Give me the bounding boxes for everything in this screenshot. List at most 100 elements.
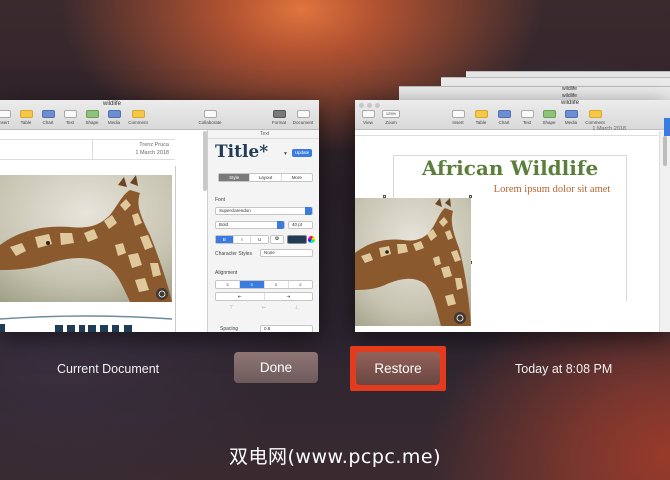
tab-style[interactable]: Style (219, 174, 251, 181)
align-right-button[interactable]: ≡ (265, 281, 289, 288)
chart-button[interactable]: Chart (38, 110, 58, 125)
restore-button[interactable]: Restore (356, 352, 440, 385)
doc-date: 1 March 2018 (135, 150, 169, 156)
media-icon (564, 110, 578, 118)
sidebar-header-rule (208, 138, 319, 139)
character-styles-label: Character Styles (215, 251, 252, 257)
giraffe-photo[interactable] (355, 198, 471, 326)
text-icon (520, 110, 534, 118)
view-icon (361, 110, 375, 118)
select-arrow-icon (305, 207, 312, 215)
align-bottom-icon[interactable]: ⊥ (294, 305, 298, 313)
align-top-icon[interactable]: ⊤ (229, 305, 233, 313)
done-button[interactable]: Done (234, 352, 318, 383)
increase-indent-button[interactable]: ⇥ (265, 293, 313, 300)
chart-icon (41, 110, 55, 118)
bold-button[interactable]: B (216, 236, 234, 243)
text-style-buttons: B I U (215, 235, 269, 244)
current-document-window: wildlife nsert Table Chart Text Shape Me… (0, 100, 319, 332)
align-justify-button[interactable]: ≡ (289, 281, 312, 288)
table-button[interactable]: Table (16, 110, 36, 125)
comment-icon (131, 110, 145, 118)
gear-dropdown[interactable]: ⚙ (270, 235, 284, 244)
comment-button[interactable]: Comment (126, 110, 150, 125)
version-page: 1 March 2018 African Wildlife Lorem ipsu… (355, 126, 658, 332)
text-color-well[interactable] (287, 235, 307, 244)
format-sidebar: Text Title* ▼ Update Style Layout More F… (207, 130, 319, 332)
page-edge (175, 166, 176, 332)
version-doc-date: 1 March 2018 (592, 126, 626, 132)
title-fragment-shape (0, 315, 172, 332)
paragraph-style-name[interactable]: Title* (215, 142, 268, 162)
stacked-title-2: wildlife (562, 93, 578, 99)
version-window[interactable]: wildlife View 125% Zoom Insert Table Char… (355, 100, 670, 332)
font-family-select[interactable]: Superclarendon (215, 207, 313, 215)
alignment-label: Alignment (215, 270, 238, 276)
media-button[interactable]: Media (561, 110, 581, 125)
header-rule (355, 135, 658, 136)
zoom-button[interactable]: 125% Zoom (380, 110, 402, 125)
document-button[interactable]: Document (291, 110, 315, 125)
stacked-title-1: wildlife (562, 86, 578, 92)
color-wheel-icon[interactable] (308, 236, 315, 243)
stack-edge-blue (664, 118, 670, 136)
font-size-field[interactable]: 40 pt (288, 221, 313, 229)
font-family-value: Superclarendon (219, 208, 251, 213)
text-button[interactable]: Text (60, 110, 80, 125)
character-styles-select[interactable]: None (260, 249, 313, 257)
table-button[interactable]: Table (471, 110, 491, 125)
vertical-align-row: ⊤ ⊢ ⊥ (215, 305, 313, 313)
style-dropdown-arrow[interactable]: ▼ (283, 151, 288, 157)
align-middle-icon[interactable]: ⊢ (262, 305, 266, 313)
underline-button[interactable]: U (251, 236, 268, 243)
select-arrow-icon (277, 221, 284, 229)
insert-button[interactable]: Insert (448, 110, 468, 125)
align-center-button[interactable]: ≡ (240, 281, 265, 288)
chart-button[interactable]: Chart (494, 110, 514, 125)
document-page: Trenz Pruca 1 March 2018 (0, 131, 205, 332)
minimize-icon[interactable] (367, 103, 372, 108)
comment-button[interactable]: Comment (583, 110, 607, 125)
update-style-button[interactable]: Update (292, 149, 312, 157)
header-divider (92, 139, 93, 159)
table-icon (474, 110, 488, 118)
version-window-title: wildlife (561, 100, 580, 106)
tab-layout[interactable]: Layout (250, 174, 282, 181)
media-button[interactable]: Media (104, 110, 124, 125)
shape-icon (85, 110, 99, 118)
window-controls (359, 103, 380, 108)
spacing-select[interactable]: 0.8 (260, 325, 313, 332)
view-button[interactable]: View (358, 110, 378, 125)
insert-icon (0, 110, 11, 118)
italic-button[interactable]: I (234, 236, 252, 243)
tab-more[interactable]: More (282, 174, 312, 181)
document-heading: African Wildlife (421, 156, 599, 180)
paintbrush-icon (272, 110, 286, 118)
header-rule (0, 139, 175, 140)
current-document-label: Current Document (57, 362, 160, 376)
text-button[interactable]: Text (517, 110, 537, 125)
zoom-icon[interactable] (375, 103, 380, 108)
scroll-thumb[interactable] (663, 136, 667, 166)
font-weight-value: Bold (219, 222, 229, 227)
close-icon[interactable] (359, 103, 364, 108)
version-scrollbar[interactable] (659, 131, 670, 332)
align-left-button[interactable]: ≡ (216, 281, 241, 288)
decrease-indent-button[interactable]: ⇤ (216, 293, 265, 300)
doc-author: Trenz Pruca (139, 142, 169, 148)
character-styles-value: None (264, 250, 275, 255)
media-icon (107, 110, 121, 118)
insert-button[interactable]: nsert (0, 110, 14, 125)
shape-button[interactable]: Shape (82, 110, 102, 125)
font-weight-select[interactable]: Bold (215, 221, 285, 229)
title-text-fragment (0, 315, 172, 332)
spacing-value: 0.8 (264, 326, 271, 331)
zoom-value-box: 125% (382, 110, 400, 118)
giraffe-photo (0, 175, 172, 302)
giraffe-image (0, 175, 172, 302)
shape-button[interactable]: Shape (539, 110, 559, 125)
spacing-label: Spacing (220, 326, 239, 332)
collaborate-button[interactable]: Collaborate (195, 110, 225, 125)
format-button[interactable]: Format (268, 110, 290, 125)
header-rule-bottom (0, 159, 175, 160)
